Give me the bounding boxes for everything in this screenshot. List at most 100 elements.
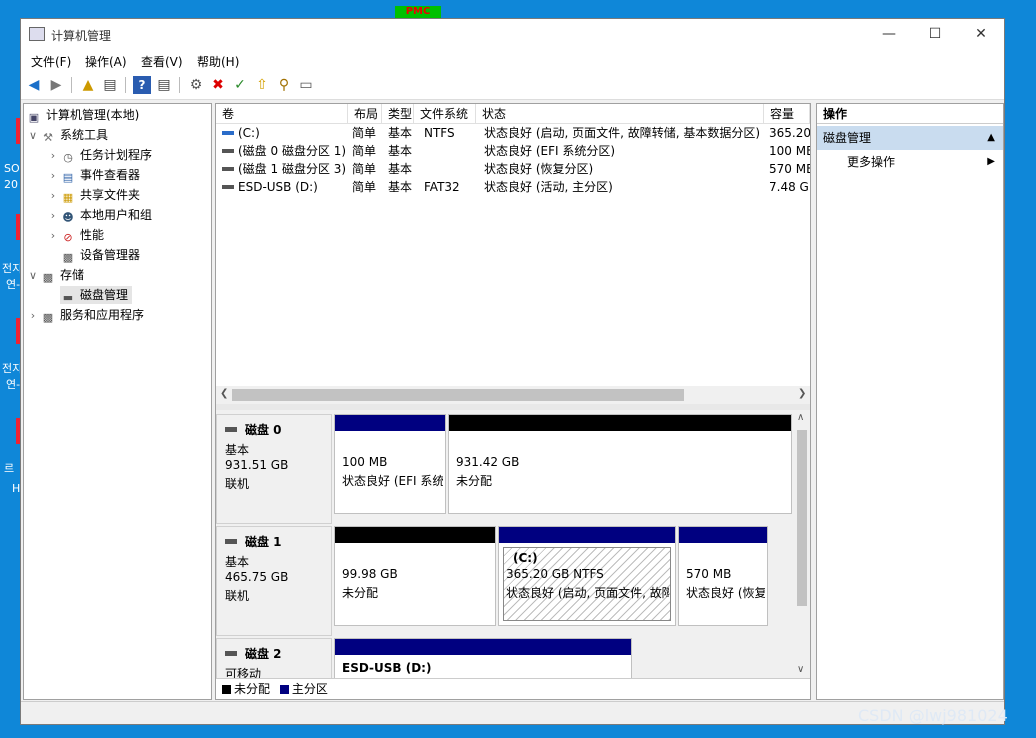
close-button[interactable]: ✕ (958, 19, 1004, 49)
disk-info-2[interactable]: 磁盘 2 可移动 (216, 638, 332, 678)
actions-section-disk-management[interactable]: 磁盘管理 ▲ (817, 126, 1003, 150)
title-bar[interactable]: 计算机管理 — ☐ ✕ (21, 19, 1004, 49)
tree-item-local-users[interactable]: › ☻ 本地用户和组 (46, 206, 152, 224)
vertical-scroll-thumb[interactable] (797, 430, 807, 606)
column-header-layout[interactable]: 布局 (348, 104, 382, 124)
tree-item-event-viewer[interactable]: › ▤ 事件查看器 (46, 166, 140, 184)
connect-icon[interactable]: ⚙ (187, 76, 205, 94)
partition-unallocated[interactable]: 931.42 GB 未分配 (448, 414, 792, 514)
column-header-filesystem[interactable]: 文件系统 (414, 104, 476, 124)
collapse-up-icon[interactable]: ▲ (987, 126, 995, 150)
legend-item-unallocated: 未分配 (222, 682, 270, 696)
toolbar: ◀ ▶ ▲ ▤ ? ▤ ⚙ ✖ ✓ ⇧ ⚲ ▭ (21, 71, 1004, 100)
disk-graphical-view: 磁盘 0 基本 931.51 GB 联机 100 MB 状态良好 (EFI 系统… (216, 410, 794, 678)
tree-item-disk-management[interactable]: ▬ 磁盘管理 (60, 286, 133, 304)
layout-cell: 简单 (352, 180, 377, 194)
show-hide-tree-icon[interactable]: ▤ (101, 76, 119, 94)
more-actions-label: 更多操作 (847, 155, 896, 169)
disk-type: 基本 (225, 443, 250, 457)
status-cell: 状态良好 (EFI 系统分区) (484, 144, 616, 158)
menu-bar: 文件(F) 操作(A) 查看(V) 帮助(H) (21, 49, 1004, 71)
up-folder-icon[interactable]: ▲ (79, 76, 97, 94)
tree-item-system-tools[interactable]: ∨ ⚒ 系统工具 (26, 126, 108, 144)
chevron-right-icon[interactable]: › (46, 227, 60, 245)
tree-item-task-scheduler[interactable]: › ◷ 任务计划程序 (46, 146, 152, 164)
disk-type: 基本 (225, 555, 250, 569)
column-header-volume[interactable]: 卷 (216, 104, 348, 124)
disk-row-1: 磁盘 1 基本 465.75 GB 联机 99.98 GB 未分配 (C:) 3… (216, 526, 794, 636)
services-icon: ▩ (42, 311, 54, 324)
check-icon[interactable]: ✓ (231, 76, 249, 94)
menu-action[interactable]: 操作(A) (85, 53, 127, 70)
scroll-up-icon[interactable]: ∧ (797, 412, 804, 423)
partition-esd-usb[interactable]: ESD-USB (D:) (334, 638, 632, 678)
forward-arrow-icon[interactable]: ▶ (47, 76, 65, 94)
tree-item-device-manager[interactable]: ▩ 设备管理器 (60, 246, 140, 264)
legend-swatch-primary (279, 685, 289, 694)
partition-bar-primary (335, 415, 445, 431)
column-header-capacity[interactable]: 容量 (764, 104, 810, 124)
partition-recovery[interactable]: 570 MB 状态良好 (恢复 (678, 526, 768, 626)
back-arrow-icon[interactable]: ◀ (25, 76, 43, 94)
tree-item-services-apps[interactable]: › ▩ 服务和应用程序 (26, 306, 144, 324)
desktop-icon-label: 20 (4, 178, 18, 191)
tree-item-label: 本地用户和组 (80, 208, 153, 222)
partition-size: 570 MB (686, 567, 732, 581)
column-header-status[interactable]: 状态 (476, 104, 764, 124)
chevron-down-icon[interactable]: ∨ (26, 267, 40, 285)
actions-header: 操作 (817, 104, 1003, 124)
partition-bar-primary (679, 527, 767, 543)
scroll-left-icon[interactable]: ❮ (220, 388, 228, 399)
disk-management-pane: 卷 布局 类型 文件系统 状态 容量 (C:) 简单 基本 NTFS 状态良好 … (215, 103, 811, 700)
horizontal-scrollbar[interactable]: ❮ ❯ (216, 386, 810, 404)
tree-item-storage[interactable]: ∨ ▩ 存储 (26, 266, 84, 284)
disk-status: 联机 (225, 477, 250, 491)
menu-view[interactable]: 查看(V) (141, 53, 183, 70)
disk-type: 可移动 (225, 667, 262, 678)
clock-icon: ◷ (63, 151, 73, 164)
status-cell: 状态良好 (启动, 页面文件, 故障转储, 基本数据分区) (484, 126, 761, 140)
scroll-right-icon[interactable]: ❯ (798, 388, 806, 399)
minimize-button[interactable]: — (866, 19, 912, 49)
console-icon[interactable]: ▭ (297, 76, 315, 94)
desktop-app-icon[interactable]: PMC (395, 6, 441, 18)
partition-bar-primary (499, 527, 675, 543)
volume-cell: (磁盘 0 磁盘分区 1) (222, 142, 348, 160)
tree-item-shared-folders[interactable]: › ▦ 共享文件夹 (46, 186, 140, 204)
column-header-type[interactable]: 类型 (382, 104, 414, 124)
disk-info-0[interactable]: 磁盘 0 基本 931.51 GB 联机 (216, 414, 332, 524)
actions-pane: 操作 磁盘管理 ▲ 更多操作 ▶ (816, 103, 1004, 700)
menu-file[interactable]: 文件(F) (31, 53, 71, 70)
search-icon[interactable]: ⚲ (275, 76, 293, 94)
capacity-cell: 7.48 GB (769, 180, 810, 194)
delete-icon[interactable]: ✖ (209, 76, 227, 94)
chevron-right-icon[interactable]: › (46, 207, 60, 225)
help-icon[interactable]: ? (133, 76, 151, 94)
properties-icon[interactable]: ▤ (155, 76, 173, 94)
disk-status: 联机 (225, 589, 250, 603)
chevron-right-icon[interactable]: › (46, 147, 60, 165)
more-actions-item[interactable]: 更多操作 (847, 152, 895, 172)
chevron-right-icon[interactable]: › (26, 307, 40, 325)
chevron-right-icon[interactable]: › (46, 187, 60, 205)
tree-root[interactable]: ▣ 计算机管理(本地) (26, 106, 140, 124)
partition-unallocated[interactable]: 99.98 GB 未分配 (334, 526, 496, 626)
partition-efi[interactable]: 100 MB 状态良好 (EFI 系统 (334, 414, 446, 514)
tree-item-label: 设备管理器 (80, 248, 141, 262)
desktop-icon-label: 연- (6, 278, 21, 291)
submenu-arrow-icon[interactable]: ▶ (987, 156, 995, 167)
vertical-scrollbar[interactable]: ∧ ∨ (794, 410, 810, 678)
partition-legend: 未分配 主分区 (216, 678, 810, 699)
chevron-right-icon[interactable]: › (46, 167, 60, 185)
capacity-cell: 570 MB (769, 162, 810, 176)
export-icon[interactable]: ⇧ (253, 76, 271, 94)
horizontal-scroll-thumb[interactable] (232, 389, 684, 401)
disk-info-1[interactable]: 磁盘 1 基本 465.75 GB 联机 (216, 526, 332, 636)
maximize-button[interactable]: ☐ (912, 19, 958, 49)
tree-item-performance[interactable]: › ⊘ 性能 (46, 226, 104, 244)
scroll-down-icon[interactable]: ∨ (797, 664, 804, 675)
partition-status: 状态良好 (启动, 页面文件, 故障 (506, 586, 669, 600)
partition-c[interactable]: (C:) 365.20 GB NTFS 状态良好 (启动, 页面文件, 故障 (498, 526, 676, 626)
menu-help[interactable]: 帮助(H) (197, 53, 239, 70)
chevron-down-icon[interactable]: ∨ (26, 127, 40, 145)
